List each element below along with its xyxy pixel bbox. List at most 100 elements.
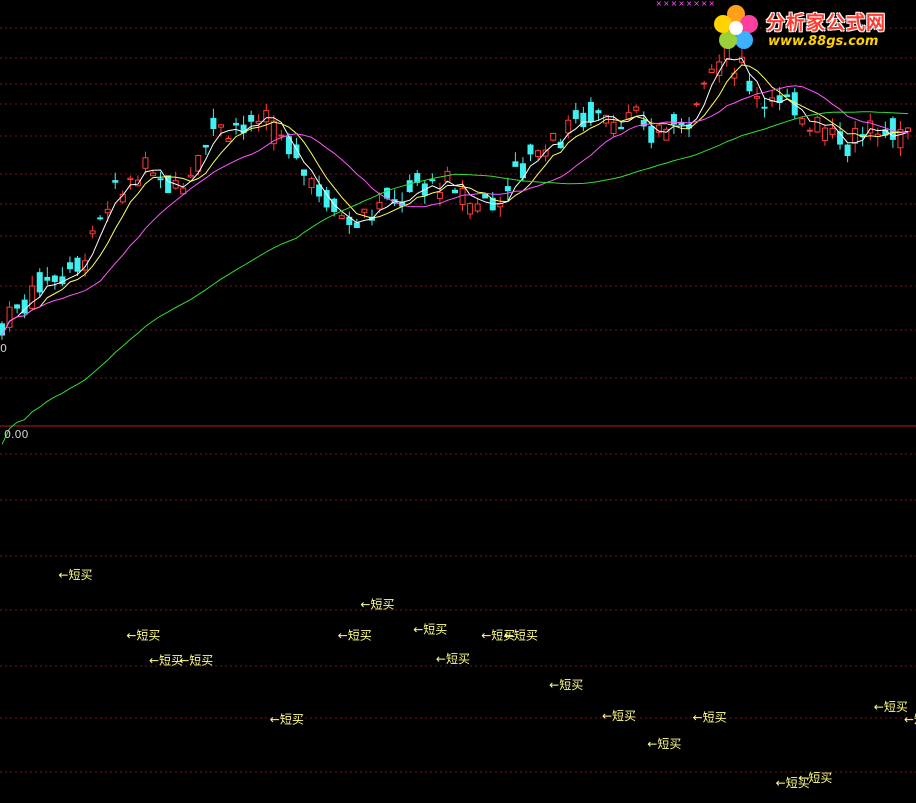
candle-body <box>225 138 232 142</box>
candlesticks <box>0 37 911 340</box>
candle-body <box>0 323 5 336</box>
candle-body <box>142 157 149 169</box>
signal-label: ←短买 <box>874 700 908 714</box>
candle-body <box>535 150 542 158</box>
candle-body <box>202 144 209 148</box>
moving-averages <box>1 57 909 445</box>
candle-body <box>746 80 753 92</box>
candle-body <box>210 117 217 130</box>
candle-body <box>610 121 617 135</box>
candle-body <box>474 203 481 212</box>
candle-body <box>44 276 51 281</box>
top-marker: × <box>693 0 700 8</box>
candle-body <box>414 173 421 183</box>
candle-body <box>527 144 534 155</box>
candle-body <box>821 127 828 142</box>
candle-body <box>444 170 451 183</box>
candle-body <box>504 186 511 192</box>
candle-body <box>74 257 81 272</box>
candle-body <box>14 304 21 309</box>
candle-body <box>308 178 315 189</box>
candle-body <box>406 180 413 193</box>
candle-body <box>648 126 655 143</box>
candle-body <box>104 208 111 214</box>
signal-label: ←短买 <box>904 712 916 726</box>
indicator-panel: ←短买←短买←短买←短买←短买←短买←短买←短买←短买←短买←短买←短买←短买←… <box>58 568 916 790</box>
candle-body <box>150 172 156 177</box>
candle-body <box>112 180 119 183</box>
stock-chart: ←短买←短买←短买←短买←短买←短买←短买←短买←短买←短买←短买←短买←短买←… <box>0 0 916 790</box>
price-axis-label: 0 <box>0 342 7 355</box>
candle-body <box>784 94 791 97</box>
signal-label: ←短买 <box>436 652 470 666</box>
top-marker: × <box>678 0 685 8</box>
candle-body <box>761 106 768 109</box>
candle-body <box>436 191 443 199</box>
candle-body <box>127 177 134 181</box>
candle-body <box>157 178 164 181</box>
candle-body <box>754 96 760 99</box>
candle-body <box>361 208 368 213</box>
candle-body <box>829 127 836 135</box>
moving-average-line <box>1 85 909 336</box>
signal-label: ←短买 <box>360 598 394 612</box>
signal-label: ←短买 <box>338 629 372 643</box>
candle-body <box>580 112 587 128</box>
candle-body <box>97 217 104 220</box>
candle-body <box>36 272 43 293</box>
candle-body <box>429 179 436 182</box>
candle-body <box>587 101 594 123</box>
candle-body <box>376 201 383 210</box>
candle-body <box>467 203 474 215</box>
candle-body <box>452 189 458 194</box>
candle-body <box>301 169 307 176</box>
candle-body <box>814 116 821 133</box>
signal-label: ←短买 <box>413 622 447 636</box>
signal-label: ←短买 <box>647 737 681 751</box>
candle-body <box>66 262 73 270</box>
signal-label: ←短买 <box>602 709 636 723</box>
signal-label: ←短买 <box>549 678 583 692</box>
candle-body <box>731 72 738 79</box>
signal-label: ←短买 <box>798 771 832 785</box>
top-marker: × <box>655 0 662 8</box>
top-marker: × <box>686 0 693 8</box>
candle-body <box>565 119 572 134</box>
candle-body <box>248 114 255 122</box>
top-marker: × <box>663 0 670 8</box>
candle-body <box>701 82 708 85</box>
candle-body <box>512 161 519 167</box>
candle-body <box>844 144 851 157</box>
top-marker: × <box>701 0 708 8</box>
indicator-zero-label: 0.00 <box>4 428 29 441</box>
signal-label: ←短买 <box>149 653 183 667</box>
candle-body <box>353 222 360 229</box>
candle-body <box>459 188 466 205</box>
candle-body <box>806 129 813 132</box>
logo-title: 分析家公式网 <box>766 12 887 34</box>
candle-body <box>708 68 715 74</box>
candle-body <box>618 126 625 130</box>
candle-body <box>595 110 602 114</box>
signal-label: ←短买 <box>179 653 213 667</box>
moving-average-line <box>1 111 909 445</box>
logo-url: www.88gs.com <box>768 34 879 49</box>
candle-body <box>693 103 700 106</box>
candle-body <box>187 174 194 178</box>
candle-body <box>799 118 806 125</box>
candle-body <box>89 230 96 235</box>
signal-label: ←短买 <box>126 629 160 643</box>
candle-body <box>550 133 557 141</box>
signal-label: ←短买 <box>58 568 92 582</box>
candle-body <box>316 184 323 197</box>
top-marker: × <box>671 0 678 8</box>
signal-label: ←短买 <box>270 712 304 726</box>
candle-body <box>278 134 285 137</box>
candle-body <box>51 275 58 282</box>
candle-body <box>323 190 330 208</box>
candle-body <box>217 124 224 128</box>
candle-body <box>29 285 36 309</box>
candle-body <box>633 106 640 111</box>
candle-body <box>852 127 859 144</box>
top-markers: × × × × × × × × <box>655 0 715 8</box>
